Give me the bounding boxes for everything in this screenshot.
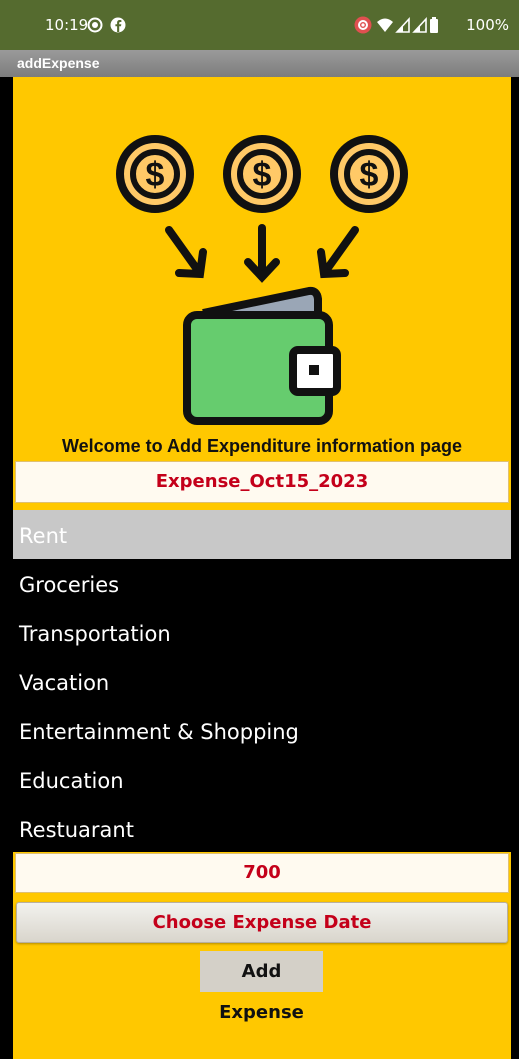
footer-panel: 700 Choose Expense Date Add Expense [13, 852, 511, 1059]
arrow-down-icon [244, 224, 280, 283]
wallet-coins-illustration: $ $ $ [116, 135, 408, 425]
category-list[interactable]: Rent Groceries Transportation Vacation E… [13, 510, 511, 852]
title-bar: addExpense [0, 50, 519, 77]
welcome-text: Welcome to Add Expenditure information p… [61, 436, 463, 456]
arrow-down-left-icon [165, 226, 207, 279]
cast-icon [354, 16, 372, 34]
status-bar: 10:19 100% [0, 0, 519, 50]
arrow-down-right-icon [317, 226, 359, 279]
signal-icon [395, 16, 410, 33]
expense-name-field[interactable]: Expense_Oct15_2023 [15, 461, 509, 503]
list-item[interactable]: Restuarant [13, 804, 511, 852]
amount-field[interactable]: 700 [15, 853, 509, 893]
battery-icon [430, 17, 438, 33]
list-item[interactable]: Groceries [13, 559, 511, 608]
app-title: addExpense [17, 55, 100, 71]
list-item[interactable]: Vacation [13, 657, 511, 706]
battery-level: 100% [466, 16, 509, 34]
svg-text:$: $ [360, 156, 379, 194]
wallet-icon [183, 286, 341, 425]
facebook-icon [110, 17, 126, 33]
list-item[interactable]: Entertainment & Shopping [13, 706, 511, 755]
coin-icon: $ [116, 135, 194, 213]
svg-text:$: $ [253, 156, 272, 194]
status-time: 10:19 [45, 16, 89, 34]
wifi-icon [377, 18, 393, 32]
right-margin [511, 77, 519, 1059]
choose-date-button[interactable]: Choose Expense Date [16, 902, 508, 943]
coin-icon: $ [330, 135, 408, 213]
header-panel: $ $ $ Welcome to Add Expenditure informa… [13, 77, 511, 510]
svg-text:$: $ [146, 156, 165, 194]
list-item[interactable]: Transportation [13, 608, 511, 657]
coin-icon: $ [223, 135, 301, 213]
left-margin [0, 77, 13, 1059]
list-item[interactable]: Rent [13, 510, 511, 559]
add-expense-button[interactable]: Add Expense [200, 951, 323, 1023]
screen-record-icon [87, 17, 103, 33]
list-item[interactable]: Education [13, 755, 511, 804]
